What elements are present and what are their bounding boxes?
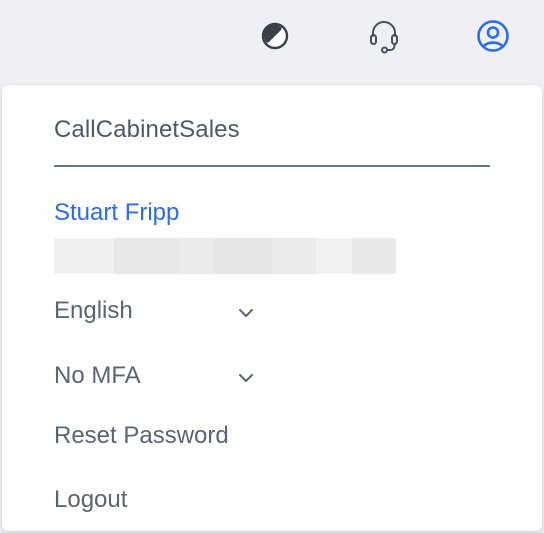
theme-toggle-button[interactable]: [253, 14, 297, 58]
organization-name: CallCabinetSales: [54, 116, 240, 143]
headset-icon: [366, 18, 402, 54]
theme-toggle-icon: [260, 21, 290, 51]
support-button[interactable]: [362, 14, 406, 58]
language-select[interactable]: English: [54, 294, 274, 328]
user-name-link[interactable]: Stuart Fripp: [54, 199, 179, 227]
reset-password-link[interactable]: Reset Password: [54, 419, 229, 453]
chevron-down-icon: [238, 297, 254, 325]
logout-link[interactable]: Logout: [54, 483, 127, 517]
divider: [54, 165, 490, 167]
reset-password-label: Reset Password: [54, 422, 229, 449]
profile-button[interactable]: [471, 14, 515, 58]
user-menu-dropdown: CallCabinetSales Stuart Fripp English No…: [2, 85, 542, 531]
top-toolbar: [0, 0, 544, 82]
mfa-select[interactable]: No MFA: [54, 359, 274, 393]
mfa-value: No MFA: [54, 362, 141, 389]
language-value: English: [54, 297, 133, 324]
logout-label: Logout: [54, 486, 128, 513]
redacted-email: [54, 238, 396, 274]
chevron-down-icon: [238, 362, 254, 390]
user-circle-icon: [476, 19, 510, 53]
